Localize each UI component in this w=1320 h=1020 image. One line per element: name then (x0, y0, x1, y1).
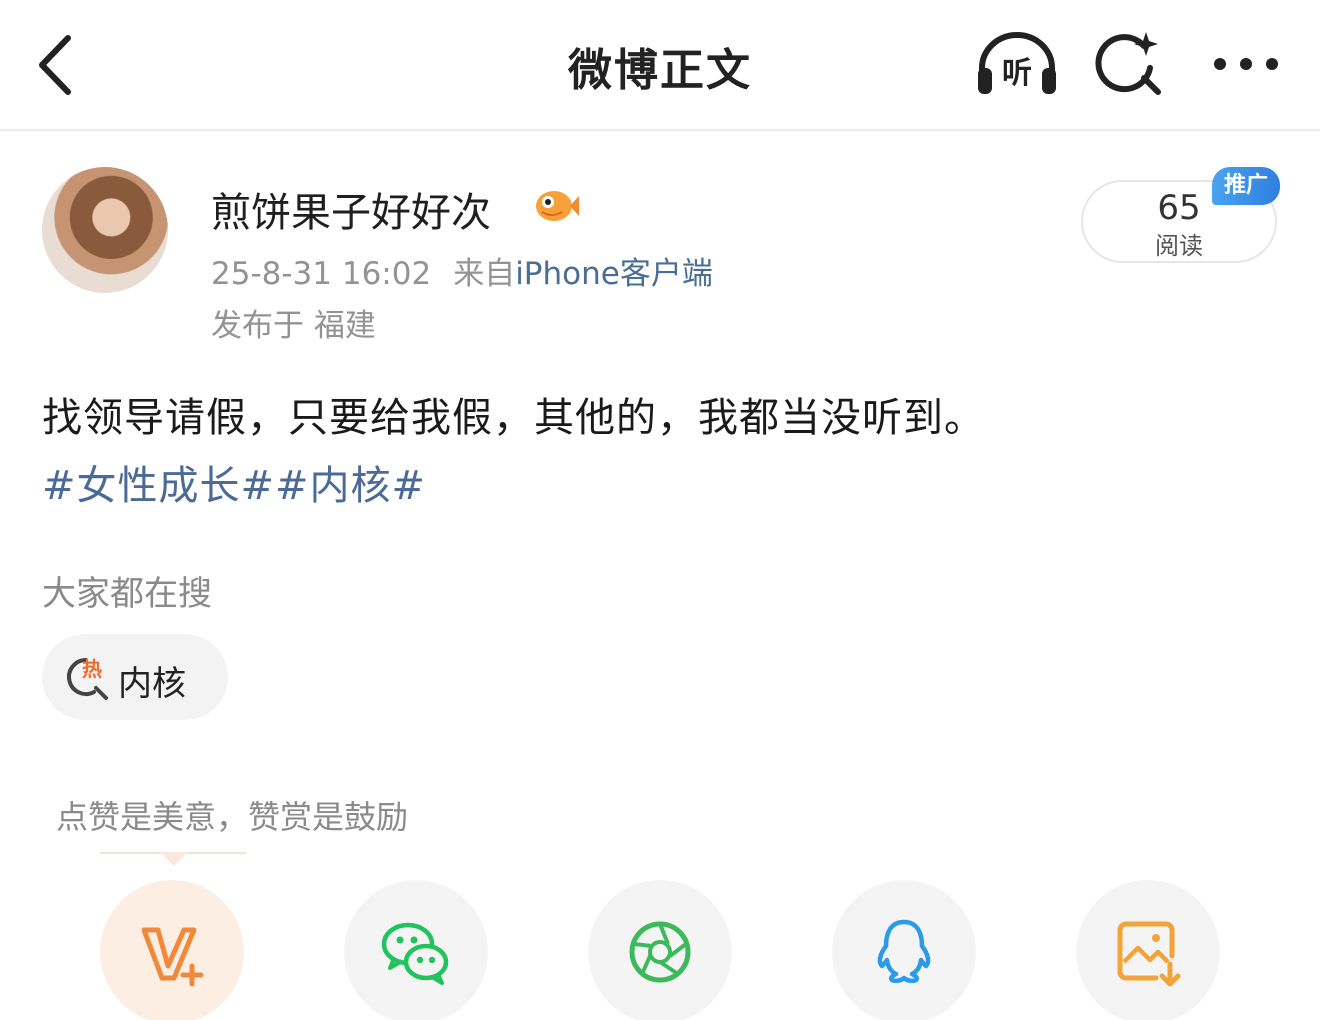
more-dots-icon (1214, 58, 1278, 70)
post-location: 发布于 福建 (211, 308, 376, 344)
save-image-button[interactable] (1076, 880, 1220, 1020)
wechat-icon (381, 922, 449, 985)
author-name[interactable]: 煎饼果子好好次 (211, 180, 491, 238)
back-button[interactable] (30, 30, 90, 100)
vplus-reward-button[interactable] (100, 880, 244, 1020)
share-moments-button[interactable] (588, 880, 732, 1020)
listen-label: 听 (1002, 56, 1032, 91)
topic-link[interactable]: #内核# (275, 463, 426, 509)
save-image-icon (1117, 921, 1181, 987)
share-qq-button[interactable] (832, 880, 976, 1020)
weibo-post-page: 微博正文 听 煎饼果子好好次 25-8-31 16:02 来自iPhone客户端… (0, 0, 1320, 1020)
page-title: 微博正文 (568, 45, 752, 96)
chevron-left-icon (39, 35, 71, 95)
more-options-button[interactable] (1206, 40, 1286, 88)
hint-arrow (160, 852, 188, 866)
search-button[interactable] (1094, 28, 1166, 100)
reward-hint: 点赞是美意，赞赏是鼓励 (56, 798, 409, 836)
share-wechat-button[interactable] (344, 880, 488, 1020)
post-meta: 25-8-31 16:02 来自iPhone客户端 (211, 248, 713, 293)
read-label: 阅读 (1155, 232, 1203, 260)
listen-button[interactable]: 听 (972, 28, 1062, 100)
trending-search-chip[interactable]: 热 内核 (42, 634, 228, 720)
post-source[interactable]: iPhone客户端 (515, 256, 713, 292)
top-navigation-bar: 微博正文 听 (0, 0, 1320, 131)
vip-fish-badge-icon[interactable] (532, 180, 580, 228)
post-text: 找领导请假，只要给我假，其他的，我都当没听到。 (42, 395, 985, 441)
search-sparkle-icon (1095, 32, 1161, 95)
trending-search-label: 大家都在搜 (42, 574, 212, 614)
source-prefix: 来自 (453, 256, 516, 292)
post-topics: #女性成长##内核# (42, 453, 426, 511)
topic-link[interactable]: #女性成长# (42, 463, 275, 509)
vplus-icon (141, 927, 204, 987)
promote-badge[interactable]: 推广 (1212, 167, 1280, 205)
moments-icon (629, 921, 691, 983)
qq-icon (877, 919, 931, 984)
trending-search-text: 内核 (118, 664, 186, 704)
hot-search-icon: 热 (67, 657, 108, 700)
post-time: 25-8-31 16:02 (211, 256, 432, 292)
author-avatar[interactable] (42, 167, 168, 293)
hot-badge: 热 (82, 657, 102, 681)
